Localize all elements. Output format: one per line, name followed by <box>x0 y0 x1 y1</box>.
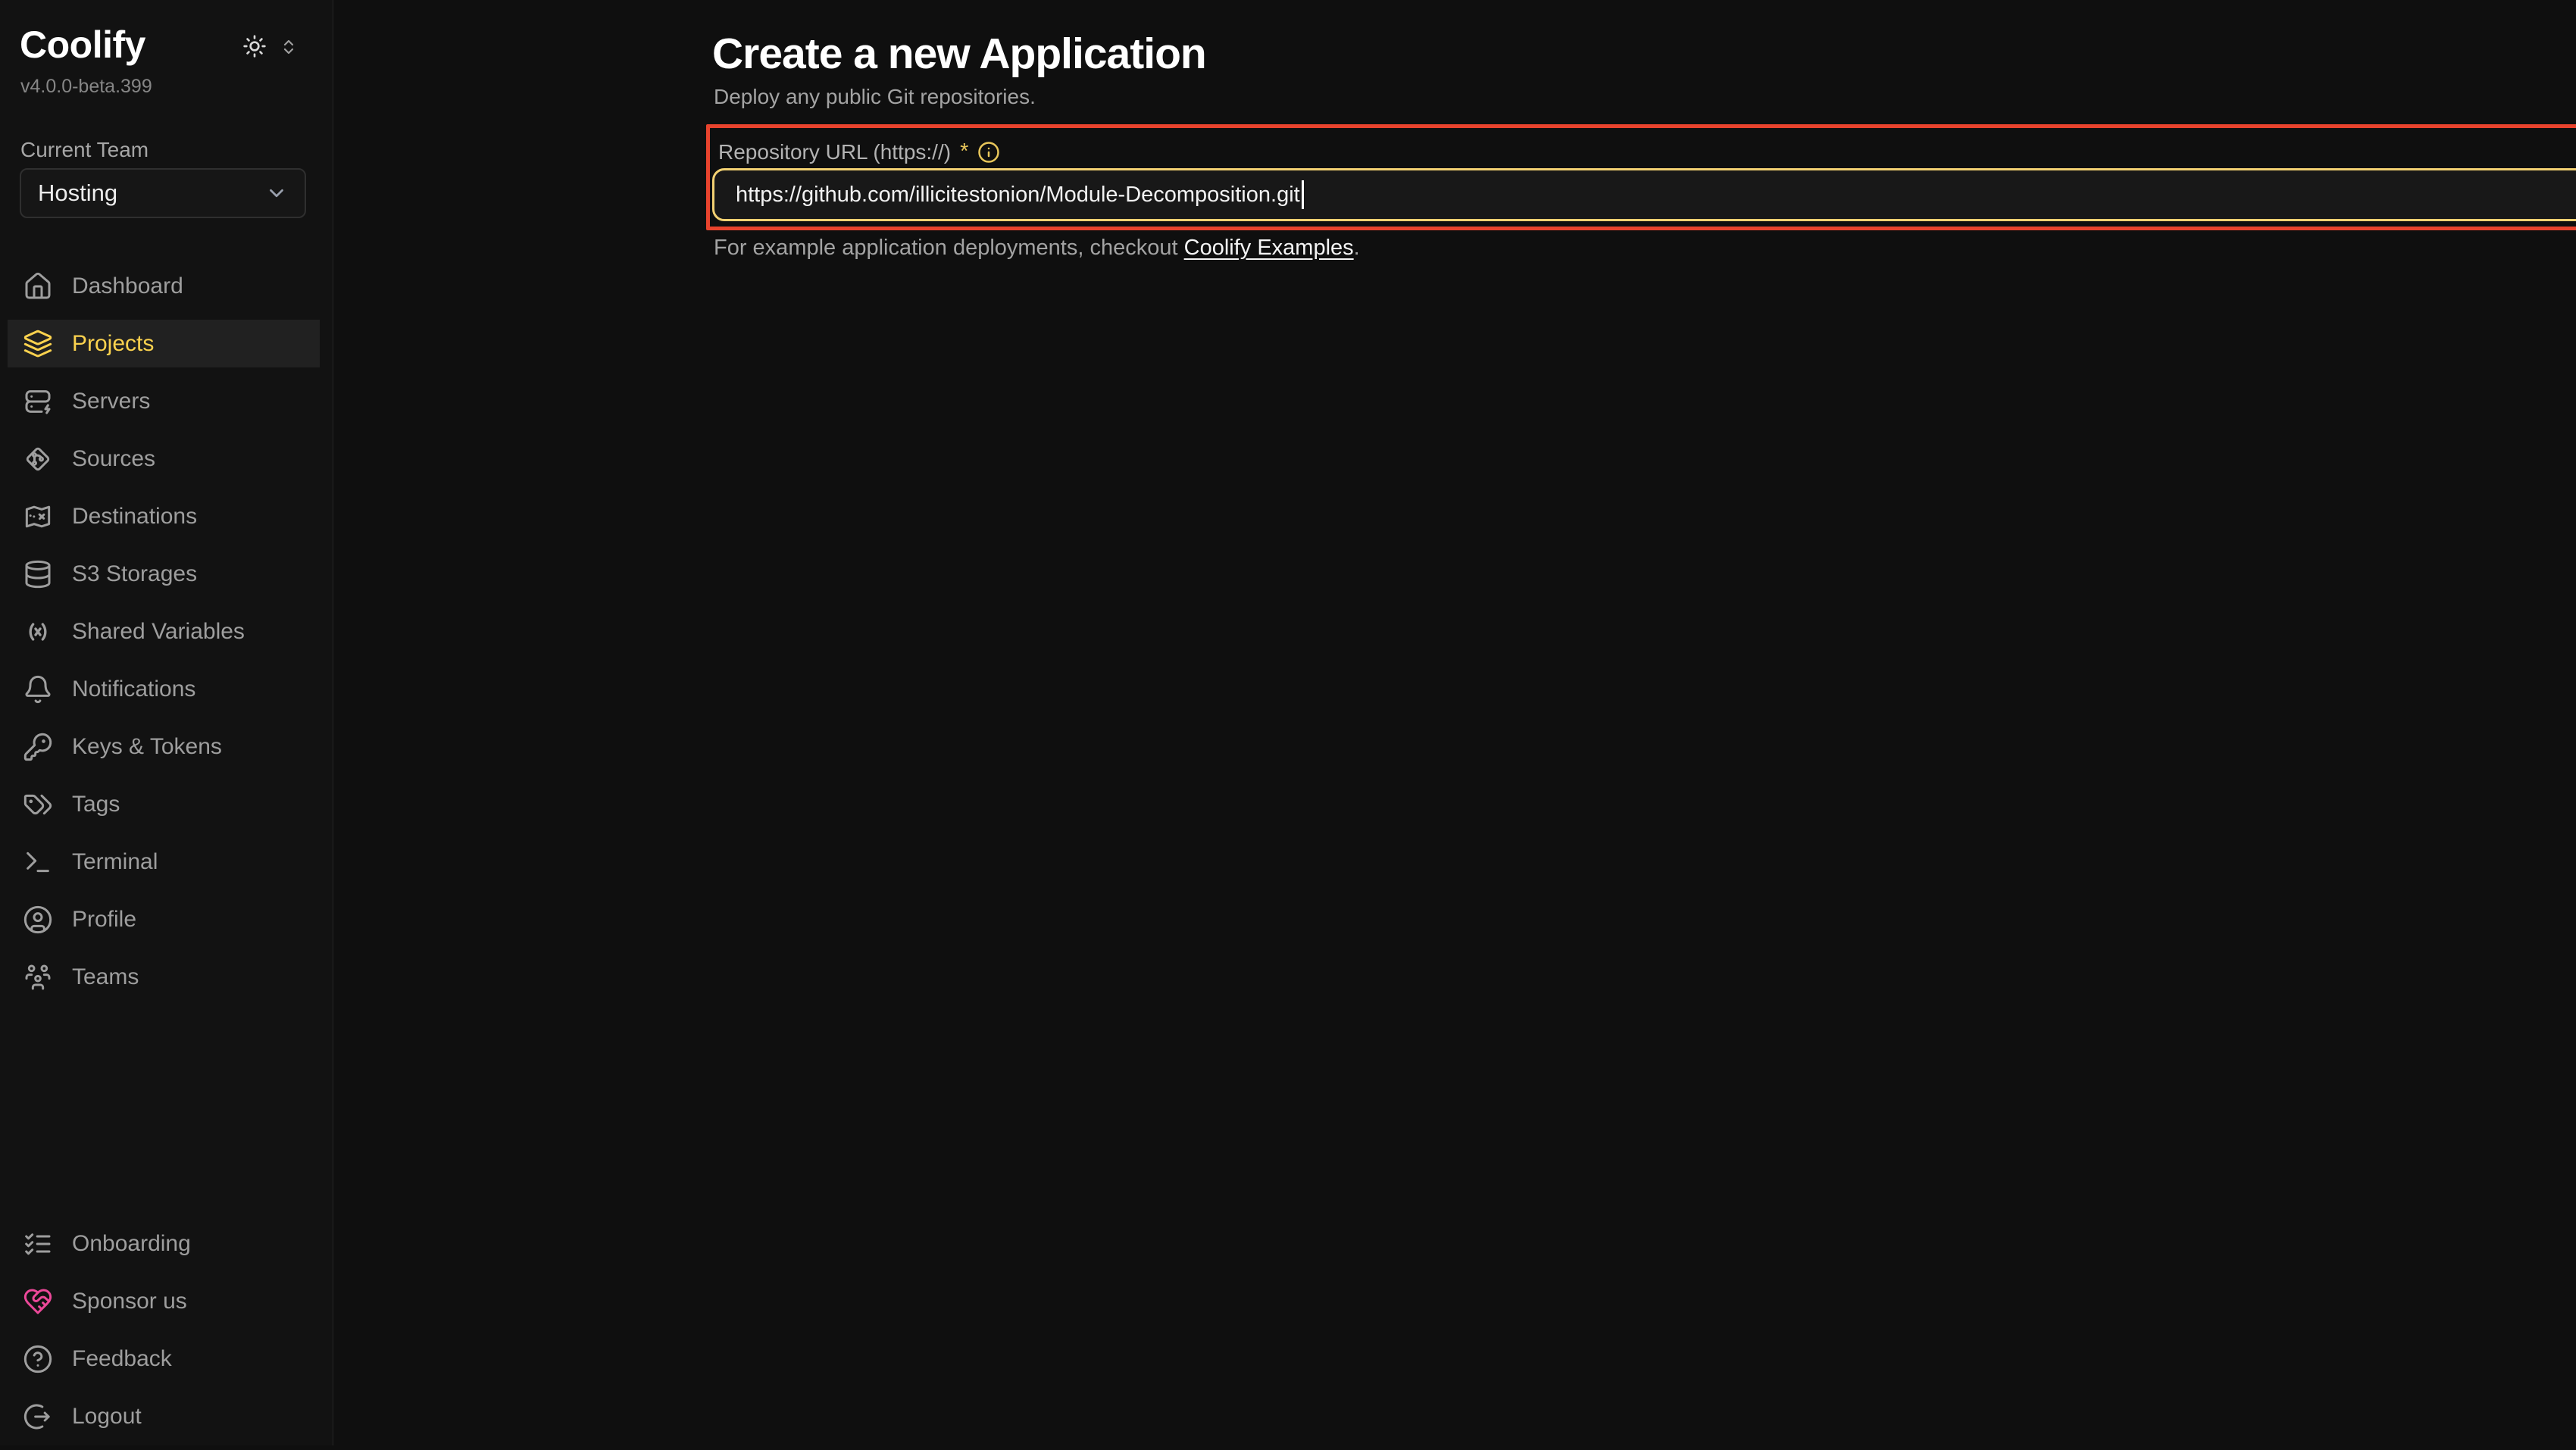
sidebar-item-label: Profile <box>72 907 136 933</box>
sidebar-item-label: S3 Storages <box>72 561 197 587</box>
git-source-icon <box>23 444 53 474</box>
map-icon <box>23 502 53 532</box>
sidebar-item-label: Shared Variables <box>72 619 245 645</box>
chevron-down-icon <box>265 182 288 205</box>
logout-icon <box>23 1402 53 1432</box>
info-icon[interactable] <box>977 141 1000 164</box>
sidebar-item-label: Logout <box>72 1404 142 1430</box>
main-content: Create a new Application Deploy any publ… <box>333 0 2576 1445</box>
page-subtitle: Deploy any public Git repositories. <box>714 85 1036 109</box>
page-title: Create a new Application <box>712 29 1206 79</box>
checklist-icon <box>23 1229 53 1259</box>
team-select[interactable]: Hosting <box>20 168 306 218</box>
sidebar-expand-button[interactable] <box>280 38 298 56</box>
team-select-value: Hosting <box>38 180 117 207</box>
current-team-label: Current Team <box>20 138 148 162</box>
tags-icon <box>23 789 53 820</box>
database-icon <box>23 559 53 589</box>
sidebar-footer-nav: Onboarding Sponsor us Feedback Logout <box>0 1220 333 1450</box>
helper-suffix: . <box>1354 236 1360 260</box>
repository-url-value: https://github.com/illicitestonion/Modul… <box>736 183 1300 208</box>
coolify-app: Coolify v4.0.0-beta.399 Current Team Hos… <box>0 0 2576 1445</box>
sidebar-item-profile[interactable]: Profile <box>8 895 320 943</box>
sidebar-nav: Dashboard Projects Servers Sources Desti… <box>0 262 333 1011</box>
sidebar-item-feedback[interactable]: Feedback <box>8 1335 320 1383</box>
sidebar-item-onboarding[interactable]: Onboarding <box>8 1220 320 1267</box>
helper-text: For example application deployments, che… <box>714 236 1360 261</box>
layers-icon <box>23 329 53 359</box>
app-version: v4.0.0-beta.399 <box>20 76 152 98</box>
sidebar-item-label: Tags <box>72 792 120 817</box>
sidebar-item-label: Destinations <box>72 504 197 530</box>
sun-icon <box>242 34 267 58</box>
sidebar-item-keys-tokens[interactable]: Keys & Tokens <box>8 723 320 770</box>
variables-icon <box>23 617 53 647</box>
sidebar-item-logout[interactable]: Logout <box>8 1392 320 1440</box>
sidebar-item-teams[interactable]: Teams <box>8 953 320 1001</box>
sidebar-item-projects[interactable]: Projects <box>8 320 320 367</box>
repository-url-label: Repository URL (https://) <box>718 140 951 164</box>
sidebar-item-label: Teams <box>72 964 139 990</box>
sidebar-item-label: Feedback <box>72 1346 172 1372</box>
sidebar-item-destinations[interactable]: Destinations <box>8 492 320 540</box>
sidebar-item-dashboard[interactable]: Dashboard <box>8 262 320 310</box>
sidebar-item-shared-variables[interactable]: Shared Variables <box>8 608 320 655</box>
sidebar-item-label: Dashboard <box>72 273 183 299</box>
sidebar-item-notifications[interactable]: Notifications <box>8 665 320 713</box>
sidebar-item-label: Sponsor us <box>72 1289 187 1314</box>
coolify-examples-link[interactable]: Coolify Examples <box>1184 236 1354 260</box>
home-icon <box>23 271 53 302</box>
key-icon <box>23 732 53 762</box>
repository-url-label-row: Repository URL (https://) * <box>718 139 1000 164</box>
sidebar-item-label: Terminal <box>72 849 158 875</box>
sidebar-item-terminal[interactable]: Terminal <box>8 838 320 886</box>
text-caret <box>1302 180 1304 209</box>
users-icon <box>23 962 53 992</box>
sidebar-item-label: Servers <box>72 389 150 414</box>
sidebar-item-s3-storages[interactable]: S3 Storages <box>8 550 320 598</box>
terminal-icon <box>23 847 53 877</box>
server-icon <box>23 386 53 417</box>
sidebar-item-label: Keys & Tokens <box>72 734 222 760</box>
sidebar-item-label: Notifications <box>72 677 195 702</box>
sidebar-item-sources[interactable]: Sources <box>8 435 320 483</box>
app-logo: Coolify <box>20 23 145 67</box>
theme-toggle-button[interactable] <box>242 34 267 58</box>
sidebar-item-tags[interactable]: Tags <box>8 780 320 828</box>
sidebar-item-label: Sources <box>72 446 155 472</box>
sidebar-item-servers[interactable]: Servers <box>8 377 320 425</box>
help-circle-icon <box>23 1344 53 1374</box>
bell-icon <box>23 674 53 705</box>
chevrons-up-down-icon <box>280 38 298 56</box>
sidebar-item-sponsor-us[interactable]: Sponsor us <box>8 1277 320 1325</box>
required-marker: * <box>960 139 968 164</box>
heart-handshake-icon <box>23 1286 53 1317</box>
sidebar-item-label: Projects <box>72 331 154 357</box>
helper-prefix: For example application deployments, che… <box>714 236 1184 260</box>
sidebar: Coolify v4.0.0-beta.399 Current Team Hos… <box>0 0 333 1445</box>
repository-url-input[interactable]: https://github.com/illicitestonion/Modul… <box>712 168 2576 221</box>
user-circle-icon <box>23 905 53 935</box>
sidebar-item-label: Onboarding <box>72 1231 191 1257</box>
